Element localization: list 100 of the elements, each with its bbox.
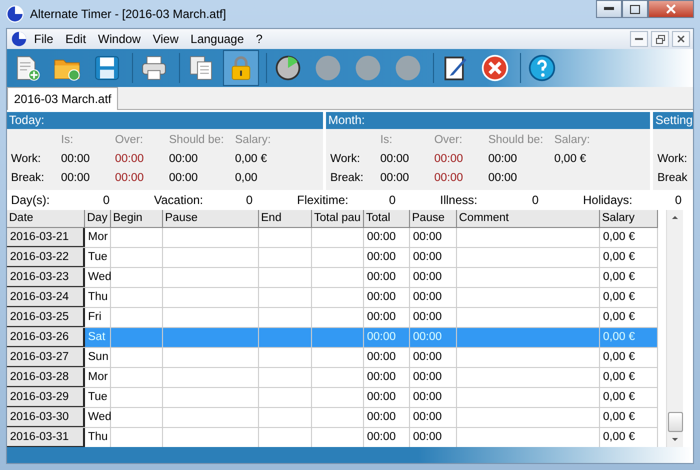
table-cell: Sat [85, 328, 111, 347]
table-row[interactable]: 2016-03-28 Mor 00:00 00:00 0,00 € [7, 368, 658, 388]
table-cell: 00:00 [364, 228, 410, 247]
stat-value: 0 [675, 193, 683, 207]
table-cell: 00:00 [364, 308, 410, 327]
table-cell: 2016-03-24 [7, 288, 85, 307]
table-cell: 00:00 [364, 408, 410, 427]
table-cell: 0,00 € [600, 368, 658, 387]
stat-value: 0 [532, 193, 540, 207]
table-cell: 0,00 € [600, 328, 658, 347]
minimize-icon [635, 38, 643, 40]
table-cell: 2016-03-23 [7, 268, 85, 287]
value-text: 00:00 [169, 171, 199, 186]
minimize-button[interactable] [596, 0, 622, 18]
value-text: 00:00 [169, 152, 199, 167]
value-text: 0,00 € [235, 152, 268, 167]
table-row[interactable]: 2016-03-25 Fri 00:00 00:00 0,00 € [7, 308, 658, 328]
table-cell: 00:00 [410, 228, 457, 247]
table-row[interactable]: 2016-03-30 Wed 00:00 00:00 0,00 € [7, 408, 658, 428]
maximize-button[interactable] [622, 0, 648, 18]
column-header[interactable]: Total [364, 210, 410, 228]
circle-icon [394, 54, 422, 82]
table-cell: 00:00 [364, 368, 410, 387]
close-button[interactable] [648, 0, 694, 18]
menu-item[interactable]: File [29, 31, 58, 47]
help-icon [528, 54, 556, 82]
table-cell: 00:00 [410, 388, 457, 407]
column-header[interactable]: Pause [163, 210, 259, 228]
table-cell: 00:00 [364, 288, 410, 307]
value-text: 00:00 [434, 152, 464, 167]
close-icon [677, 35, 685, 43]
close-button[interactable] [672, 31, 690, 47]
stat-value: 0 [103, 193, 111, 207]
minimize-button[interactable] [630, 31, 648, 47]
stat-value: 0 [246, 193, 254, 207]
table-row[interactable]: 2016-03-23 Wed 00:00 00:00 0,00 € [7, 268, 658, 288]
column-label: Is: [61, 133, 74, 148]
maximize-icon [630, 4, 640, 14]
column-header[interactable]: Comment [457, 210, 600, 228]
table-cell: 0,00 € [600, 388, 658, 407]
column-label: Is: [380, 133, 394, 148]
table-cell: 00:00 [410, 408, 457, 427]
document-tab[interactable]: 2016-03 March.atf [7, 87, 118, 110]
column-header[interactable]: End [259, 210, 312, 228]
column-header[interactable]: Salary [600, 210, 658, 228]
table-cell: 2016-03-26 [7, 328, 85, 347]
table-cell: 2016-03-30 [7, 408, 85, 427]
minimize-icon [604, 7, 614, 11]
value-text: 00:00 [115, 171, 145, 186]
table-cell: 00:00 [410, 368, 457, 387]
table-row[interactable]: 2016-03-22 Tue 00:00 00:00 0,00 € [7, 248, 658, 268]
stat-label: Flexitime: [297, 193, 350, 207]
table-row[interactable]: 2016-03-24 Thu 00:00 00:00 0,00 € [7, 288, 658, 308]
circle-icon [314, 54, 342, 82]
table-cell: 0,00 € [600, 348, 658, 367]
window-title: Alternate Timer - [2016-03 March.atf] [30, 7, 226, 21]
column-header[interactable]: Begin [111, 210, 163, 228]
scrollbar[interactable] [666, 210, 683, 447]
column-header[interactable]: Day [85, 210, 111, 228]
menu-item[interactable]: Language [186, 31, 249, 47]
column-header[interactable]: Pause [410, 210, 457, 228]
row-label: Break: [11, 171, 46, 186]
table-row[interactable]: 2016-03-31 Thu 00:00 00:00 0,00 € [7, 428, 658, 448]
restore-button[interactable] [651, 31, 669, 47]
table-cell: Thu [85, 288, 111, 307]
menu-item[interactable]: Edit [60, 31, 92, 47]
table-cell: 0,00 € [600, 308, 658, 327]
table-cell: 00:00 [410, 328, 457, 347]
stat-label: Holidays: [583, 193, 634, 207]
printer-icon [140, 54, 168, 82]
menu-item[interactable]: Window [93, 31, 146, 47]
table-cell: Thu [85, 428, 111, 447]
table-cell: 00:00 [410, 308, 457, 327]
menu-item[interactable]: ? [250, 31, 268, 47]
value-text: 00:00 [115, 152, 145, 167]
value-text: 00:00 [488, 171, 518, 186]
column-header[interactable]: Date [7, 210, 85, 228]
table-cell: 00:00 [364, 428, 410, 447]
table-cell: 2016-03-27 [7, 348, 85, 367]
table-cell: 2016-03-22 [7, 248, 85, 267]
menu-item[interactable]: View [148, 31, 184, 47]
table-cell: 00:00 [410, 268, 457, 287]
table-cell: 2016-03-28 [7, 368, 85, 387]
column-label: Over: [115, 133, 144, 148]
panel-header: Today: [7, 112, 324, 129]
table-row[interactable]: 2016-03-27 Sun 00:00 00:00 0,00 € [7, 348, 658, 368]
table-cell: 00:00 [364, 328, 410, 347]
row-label: Break [657, 171, 688, 186]
column-label: Should be: [169, 133, 225, 148]
table-row[interactable]: 2016-03-29 Tue 00:00 00:00 0,00 € [7, 388, 658, 408]
table-row[interactable]: 2016-03-21 Mor 00:00 00:00 0,00 € [7, 228, 658, 248]
column-header[interactable]: Total pau [312, 210, 364, 228]
pie-clock-icon [274, 54, 302, 82]
panel-header: Setting [653, 112, 693, 129]
table-row[interactable]: 2016-03-26 Sat 00:00 00:00 0,00 € [7, 328, 658, 348]
value-text: 0,00 [235, 171, 258, 186]
copy-icon [187, 54, 215, 82]
table-cell: 0,00 € [600, 408, 658, 427]
table-cell: 2016-03-29 [7, 388, 85, 407]
table-cell: Tue [85, 388, 111, 407]
